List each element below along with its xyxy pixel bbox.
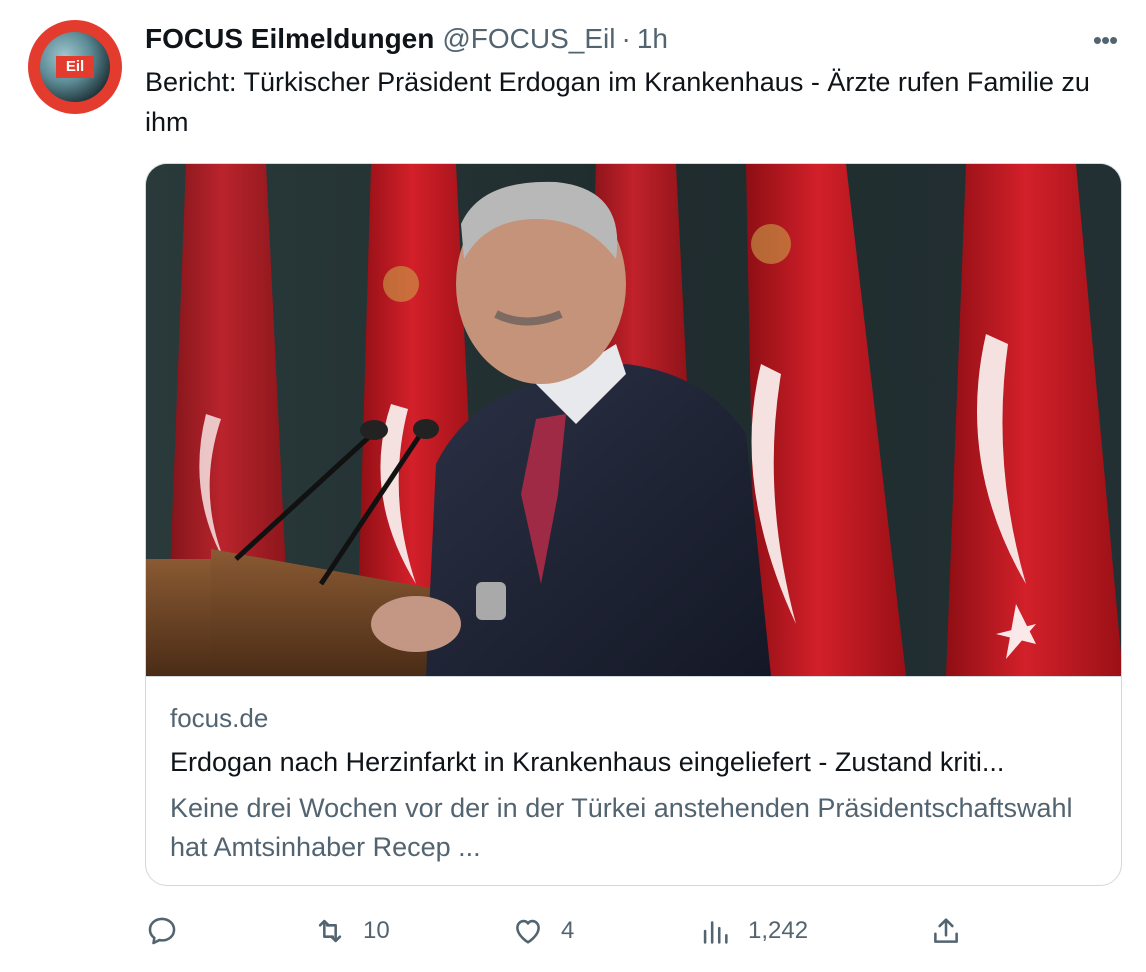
avatar-label: Eil xyxy=(55,56,95,78)
heart-icon xyxy=(516,919,540,944)
views-button[interactable]: 1,242 xyxy=(698,908,808,954)
globe-logo: Eil xyxy=(40,32,110,102)
share-icon xyxy=(934,918,958,943)
retweet-icon xyxy=(318,919,342,943)
views-icon xyxy=(703,921,728,944)
retweet-button[interactable]: 10 xyxy=(313,908,390,954)
card-meta[interactable]: focus.de Erdogan nach Herzinfarkt in Kra… xyxy=(146,676,1121,885)
card-title: Erdogan nach Herzinfarkt in Krankenhaus … xyxy=(170,747,1005,777)
card-image[interactable] xyxy=(146,164,1121,676)
share-button[interactable] xyxy=(929,908,963,954)
timestamp[interactable]: 1h xyxy=(637,23,668,55)
user-handle[interactable]: @FOCUS_Eil xyxy=(442,23,615,55)
like-button[interactable]: 4 xyxy=(511,908,574,954)
card-domain: focus.de xyxy=(170,703,269,733)
tweet-text: Bericht: Türkischer Präsident Erdogan im… xyxy=(145,67,1090,137)
reply-icon xyxy=(148,917,176,945)
avatar[interactable]: Eil xyxy=(28,20,122,114)
retweet-count: 10 xyxy=(363,917,390,944)
reply-button[interactable] xyxy=(145,908,179,954)
card-description: Keine drei Wochen vor der in der Türkei … xyxy=(170,793,1073,862)
link-card[interactable]: focus.de Erdogan nach Herzinfarkt in Kra… xyxy=(145,163,1122,886)
separator-dot: · xyxy=(621,23,631,54)
action-bar: 10 4 1,242 xyxy=(145,908,975,954)
more-icon[interactable]: ••• xyxy=(1090,26,1120,54)
tweet-header: FOCUS Eilmeldungen @FOCUS_Eil · 1h xyxy=(145,20,668,58)
card-photo xyxy=(146,164,1121,676)
like-count: 4 xyxy=(561,917,575,944)
display-name[interactable]: FOCUS Eilmeldungen xyxy=(145,23,434,55)
views-count: 1,242 xyxy=(748,917,809,944)
